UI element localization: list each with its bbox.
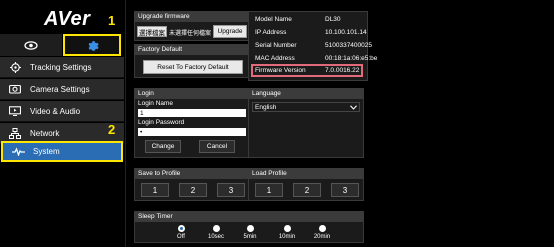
sleep-timer-option-label: 10min <box>278 234 296 240</box>
pulse-icon <box>11 147 25 156</box>
main-content: Upgrade firmware 選擇檔案 未選擇任何檔案 Upgrade Fa… <box>128 0 554 247</box>
sleep-timer-20min-radio[interactable] <box>319 225 326 232</box>
info-value: 5100337400025 <box>325 42 372 49</box>
login-password-label: Login Password <box>138 119 185 126</box>
tab-live-view[interactable] <box>0 34 62 56</box>
login-panel: Login Login Name 1 Login Password • Chan… <box>134 88 250 158</box>
info-label: MAC Address <box>255 55 295 62</box>
panel-title: Save to Profile <box>135 169 249 179</box>
info-value: 00:18:1a:06:e5:be <box>325 55 378 62</box>
network-icon <box>9 127 21 139</box>
info-label: Firmware Version <box>255 67 306 74</box>
sleep-timer-option-label: 20min <box>313 234 331 240</box>
info-value: 10.100.101.14 <box>325 29 367 36</box>
reset-factory-default-button[interactable]: Reset To Factory Default <box>143 60 243 74</box>
factory-default-panel: Factory Default Reset To Factory Default <box>134 44 250 78</box>
login-name-input[interactable]: 1 <box>138 109 246 117</box>
video-audio-icon <box>9 106 21 116</box>
chevron-down-icon <box>350 104 357 110</box>
upgrade-firmware-panel: Upgrade firmware 選擇檔案 未選擇任何檔案 Upgrade <box>134 11 250 41</box>
panel-title: Sleep Timer <box>135 212 363 222</box>
tab-settings[interactable] <box>63 34 121 56</box>
info-label: Model Name <box>255 16 292 23</box>
save-profile-panel: Save to Profile 1 2 3 <box>134 168 250 201</box>
sidebar-item-label: Tracking Settings <box>30 62 92 72</box>
change-button[interactable]: Change <box>145 140 181 153</box>
language-selected: English <box>255 103 277 111</box>
panel-title: Upgrade firmware <box>135 12 249 22</box>
panel-title: Load Profile <box>249 169 363 179</box>
load-profile-3-button[interactable]: 3 <box>331 183 359 197</box>
info-value: DL30 <box>325 16 341 23</box>
sidebar-item-video-audio[interactable]: Video & Audio <box>0 101 124 122</box>
no-file-label: 未選擇任何檔案 <box>169 31 212 37</box>
sleep-timer-option-label: Off <box>177 234 185 240</box>
language-panel: Language English <box>248 88 364 158</box>
language-select[interactable]: English <box>252 102 360 112</box>
sidebar-item-system[interactable]: System <box>1 141 123 162</box>
gear-icon <box>88 40 99 51</box>
info-label: IP Address <box>255 29 287 36</box>
sleep-timer-10sec-radio[interactable] <box>213 225 220 232</box>
crosshair-icon <box>9 61 21 73</box>
sidebar-item-label: Network <box>30 128 60 138</box>
sleep-timer-5min-radio[interactable] <box>247 225 254 232</box>
panel-title: Login <box>135 89 249 99</box>
sleep-timer-option-label: 10sec <box>207 234 224 240</box>
login-password-input[interactable]: • <box>138 128 246 136</box>
camera-icon <box>9 84 21 94</box>
panel-title: Factory Default <box>135 45 249 55</box>
annotation-marker-2: 2 <box>108 122 116 137</box>
panel-title: Language <box>249 89 363 99</box>
aver-logo: AVer <box>44 8 91 30</box>
eye-icon <box>24 40 38 50</box>
device-info-panel: Model Name DL30 IP Address 10.100.101.14… <box>248 11 377 81</box>
save-profile-3-button[interactable]: 3 <box>217 183 245 197</box>
sidebar-item-tracking-settings[interactable]: Tracking Settings <box>0 57 124 78</box>
sidebar-item-label: System <box>33 147 60 156</box>
icon-tabs <box>0 34 126 56</box>
sleep-timer-off-radio[interactable] <box>178 225 185 232</box>
firmware-version-value: 7.0.0016.22 <box>325 67 360 74</box>
sidebar-item-label: Camera Settings <box>30 84 90 94</box>
sidebar: AVer 1 Tracking Settings Camera Settings… <box>0 0 126 247</box>
load-profile-panel: Load Profile 1 2 3 <box>248 168 364 201</box>
sidebar-item-camera-settings[interactable]: Camera Settings <box>0 79 124 100</box>
load-profile-1-button[interactable]: 1 <box>255 183 283 197</box>
info-label: Serial Number <box>255 42 297 49</box>
annotation-marker-1: 1 <box>108 13 116 28</box>
choose-file-button[interactable]: 選擇檔案 <box>137 26 167 37</box>
login-name-label: Login Name <box>138 100 174 107</box>
save-profile-2-button[interactable]: 2 <box>179 183 207 197</box>
sleep-timer-10min-radio[interactable] <box>284 225 291 232</box>
sleep-timer-panel: Sleep Timer Off 10sec 5min 10min 20min <box>134 211 364 243</box>
sleep-timer-option-label: 5min <box>243 234 257 240</box>
load-profile-2-button[interactable]: 2 <box>293 183 321 197</box>
cancel-button[interactable]: Cancel <box>199 140 235 153</box>
upgrade-button[interactable]: Upgrade <box>213 25 247 38</box>
save-profile-1-button[interactable]: 1 <box>141 183 169 197</box>
sidebar-item-label: Video & Audio <box>30 106 81 116</box>
